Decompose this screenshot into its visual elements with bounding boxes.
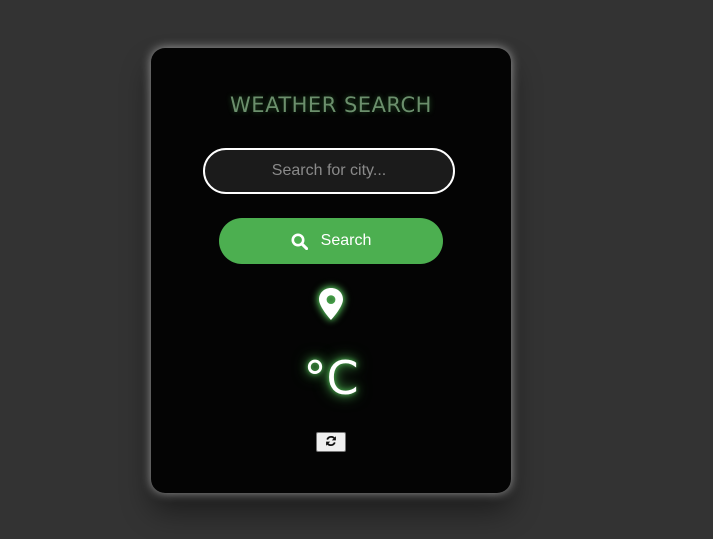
city-search-input[interactable] [203, 148, 455, 194]
temperature-unit: °C [303, 351, 359, 405]
weather-card: WEATHER SEARCH Search °C [151, 48, 511, 493]
search-button[interactable]: Search [219, 218, 443, 264]
temperature-display: °C [151, 350, 511, 406]
search-button-label: Search [320, 232, 372, 249]
refresh-button[interactable] [316, 432, 346, 452]
location-pin-icon [316, 286, 346, 322]
app-title: WEATHER SEARCH [230, 93, 432, 117]
search-icon [291, 233, 308, 250]
refresh-icon [325, 435, 337, 450]
